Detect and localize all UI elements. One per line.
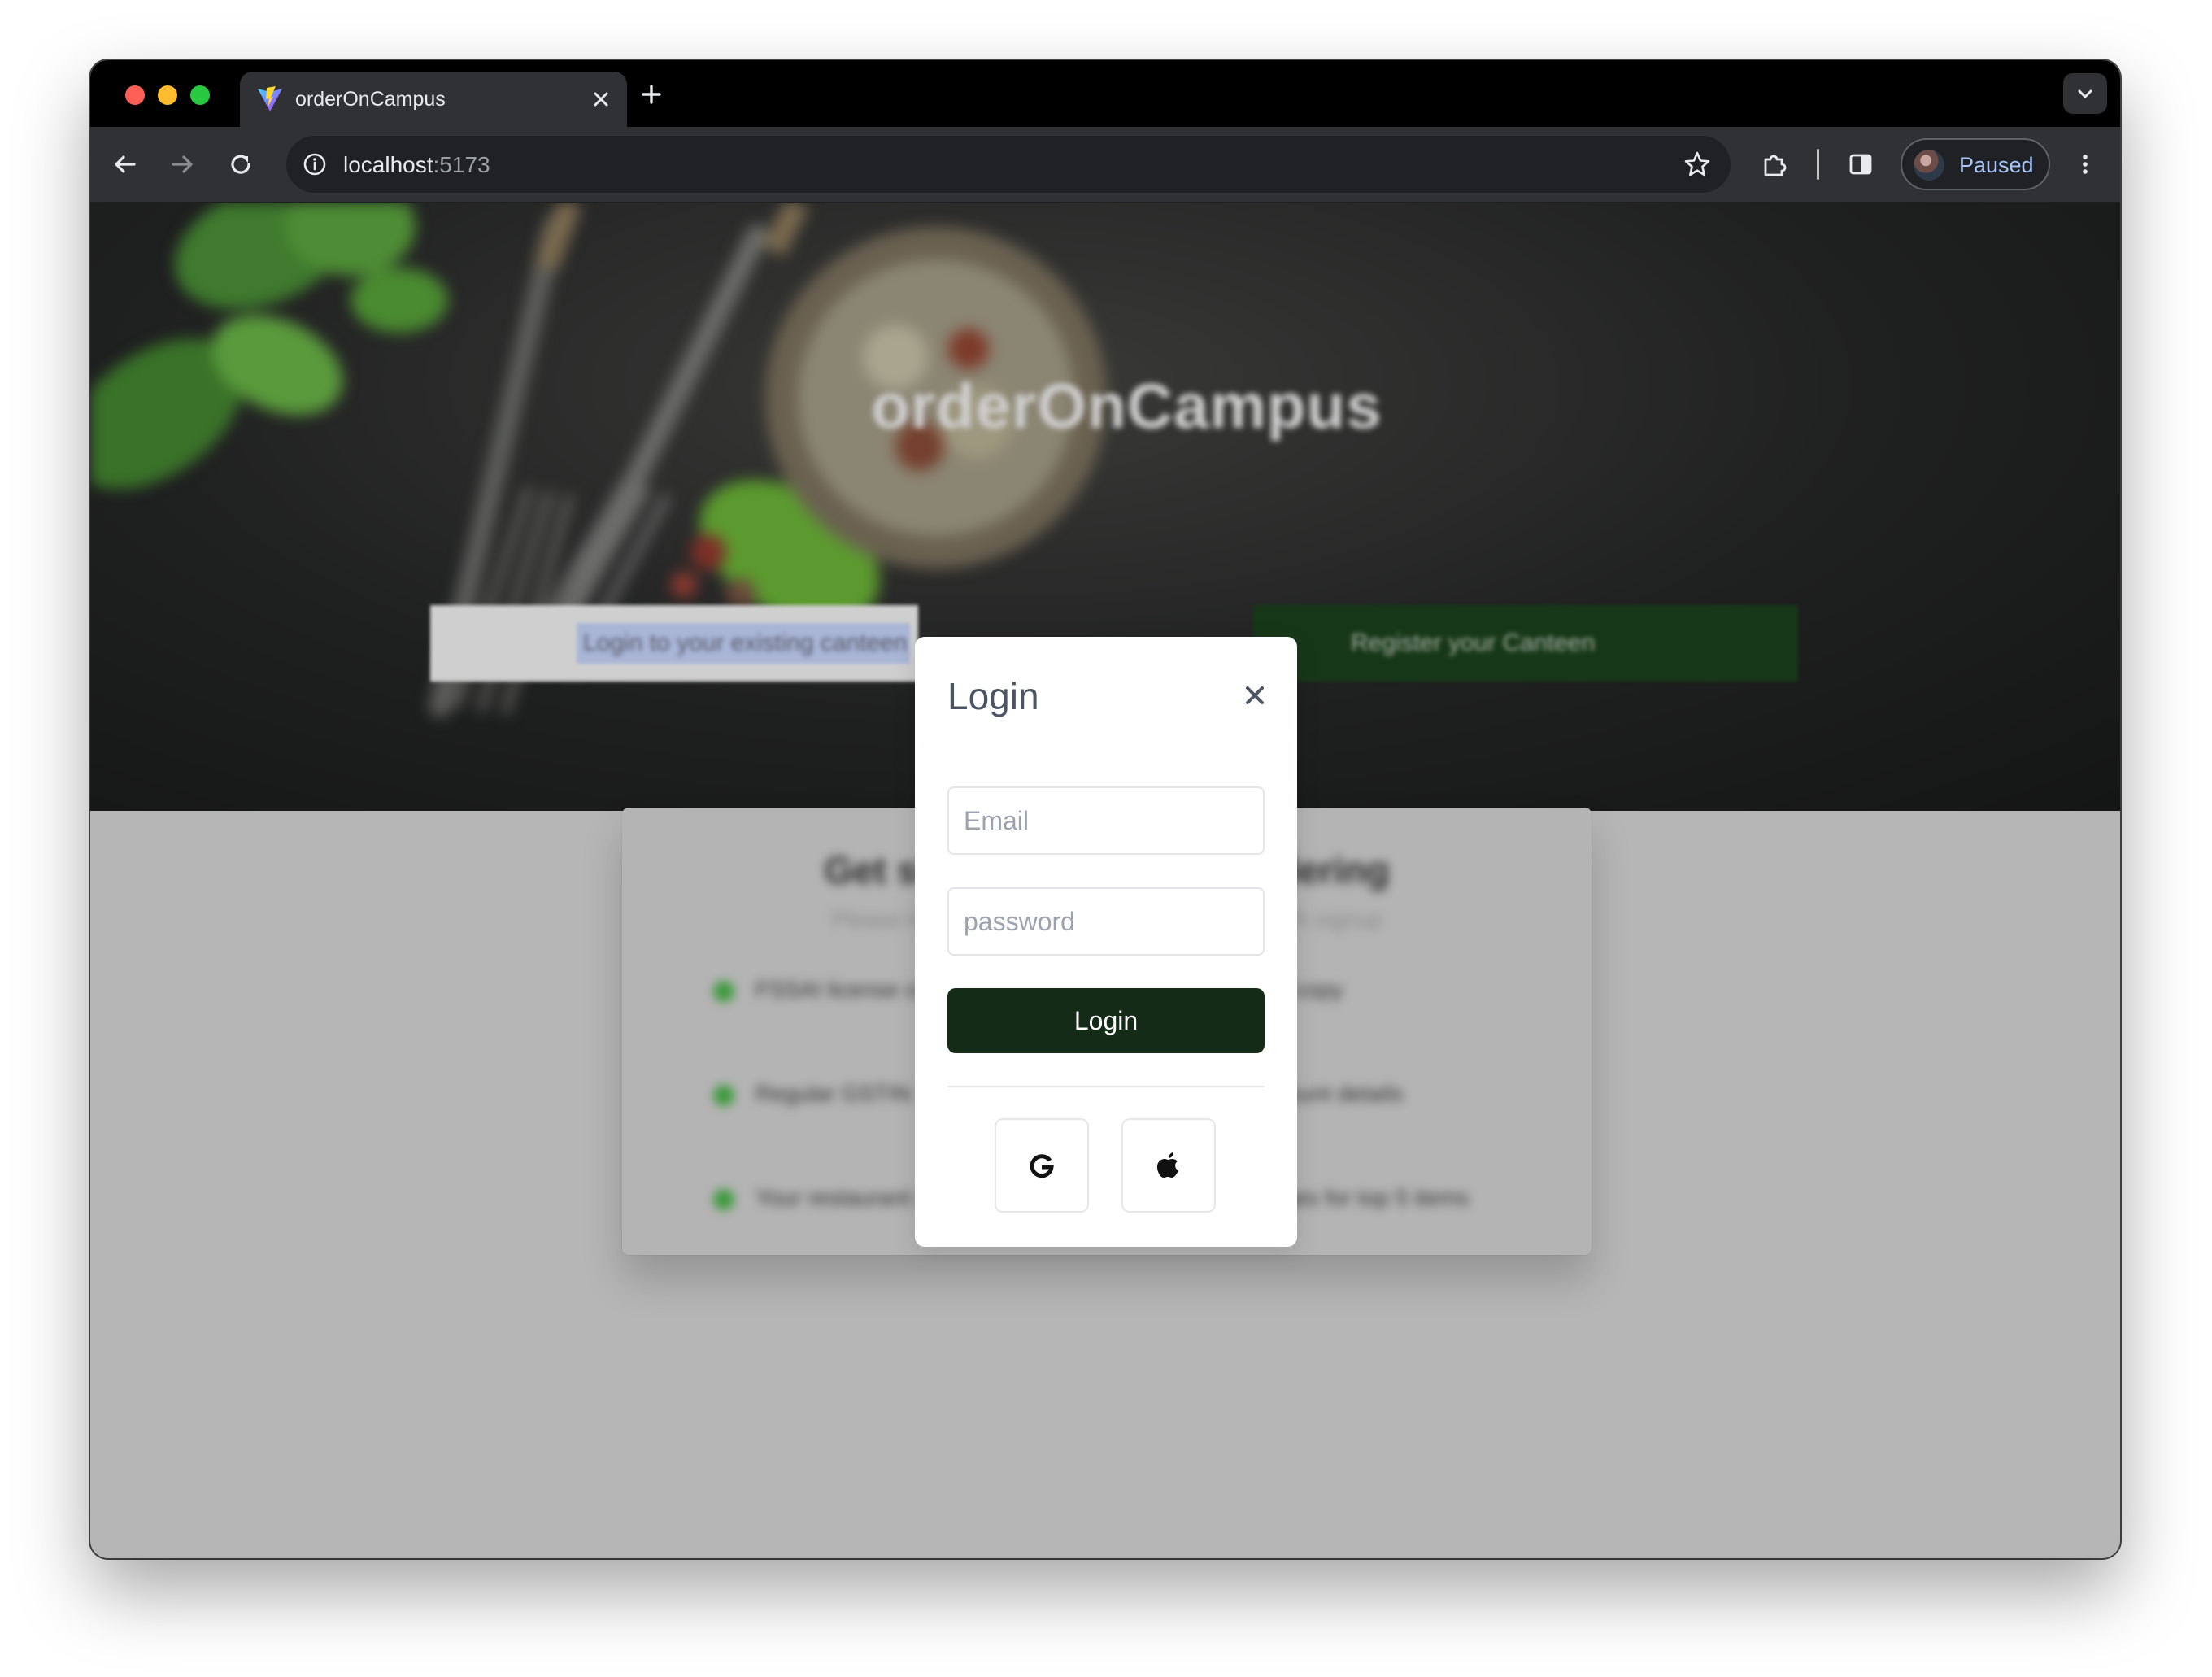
- close-tab-icon[interactable]: [585, 83, 617, 115]
- reload-icon: [231, 155, 250, 174]
- active-tab[interactable]: orderOnCampus: [240, 72, 627, 127]
- login-modal: Login Login: [915, 637, 1297, 1247]
- browser-toolbar: localhost:5173 Paused: [90, 127, 2120, 203]
- url-port: :5173: [433, 152, 490, 177]
- address-bar[interactable]: localhost:5173: [286, 136, 1731, 193]
- close-icon[interactable]: [1237, 677, 1273, 713]
- apple-login-button[interactable]: [1121, 1118, 1216, 1213]
- site-info-icon[interactable]: [298, 147, 332, 181]
- email-field[interactable]: [947, 786, 1265, 855]
- register-canteen-button[interactable]: Register your Canteen: [1253, 605, 1798, 682]
- side-panel-icon: [1849, 154, 1872, 175]
- more-vertical-icon: [2083, 155, 2088, 174]
- browser-window: orderOnCampus localhost:5173 Paused orde…: [90, 60, 2120, 1558]
- chevron-down-icon: [2078, 89, 2092, 98]
- register-canteen-label: Register your Canteen: [1351, 629, 1596, 656]
- arrow-left-icon: [115, 155, 136, 173]
- close-window-button[interactable]: [125, 85, 145, 105]
- toolbar-divider: [1817, 149, 1819, 180]
- tab-strip: orderOnCampus: [90, 60, 2120, 127]
- minimize-window-button[interactable]: [158, 85, 177, 105]
- brand-title: orderOnCampus: [871, 370, 1382, 442]
- list-item: Regular GSTIN: [713, 1081, 911, 1107]
- url-text: localhost:5173: [343, 152, 490, 178]
- page-viewport: orderOnCampus Login to your existing can…: [90, 203, 2120, 1558]
- tab-search-button[interactable]: [2063, 73, 2107, 114]
- avatar: [1914, 150, 1944, 181]
- forward-button[interactable]: [163, 146, 201, 183]
- login-button[interactable]: Login: [947, 988, 1265, 1053]
- extensions-button[interactable]: [1756, 146, 1793, 183]
- puzzle-icon: [1764, 155, 1787, 176]
- modal-divider: [947, 1086, 1265, 1087]
- login-existing-button[interactable]: Login to your existing canteen: [430, 605, 918, 682]
- google-icon: [1030, 1154, 1054, 1178]
- google-login-button[interactable]: [995, 1118, 1089, 1213]
- tab-title: orderOnCampus: [295, 88, 446, 111]
- reload-button[interactable]: [222, 146, 259, 183]
- apple-icon: [1157, 1152, 1178, 1178]
- new-tab-icon[interactable]: [635, 78, 668, 111]
- profile-status: Paused: [1959, 153, 2034, 177]
- url-host: localhost: [343, 152, 433, 177]
- modal-title: Login: [947, 675, 1039, 717]
- profile-button[interactable]: Paused: [1901, 138, 2050, 190]
- arrow-right-icon: [172, 155, 193, 173]
- password-field[interactable]: [947, 887, 1265, 956]
- maximize-window-button[interactable]: [190, 85, 210, 105]
- vite-favicon-icon: [258, 86, 282, 111]
- back-button[interactable]: [107, 146, 144, 183]
- bookmark-star-icon[interactable]: [1680, 147, 1714, 181]
- browser-menu-button[interactable]: [2066, 146, 2104, 183]
- login-existing-label: Login to your existing canteen: [583, 629, 908, 656]
- side-panel-button[interactable]: [1842, 146, 1879, 183]
